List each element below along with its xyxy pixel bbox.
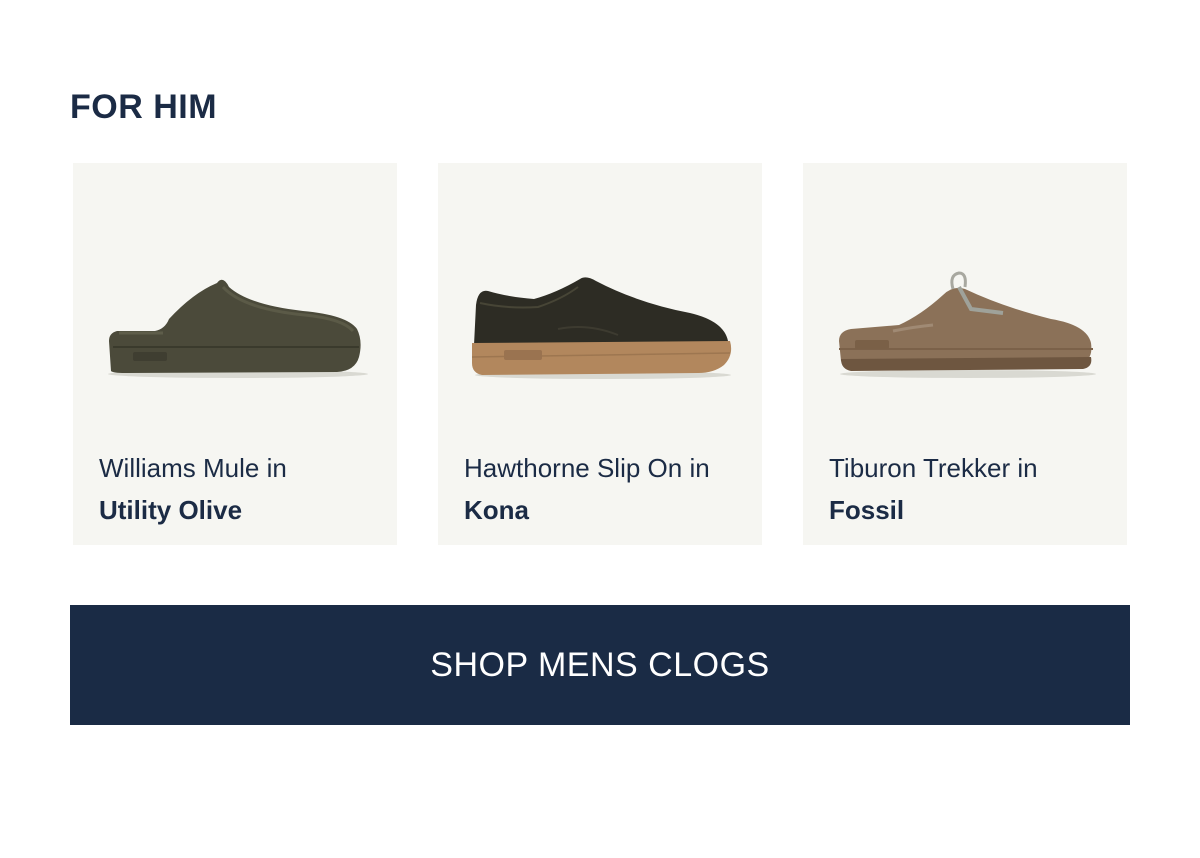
product-card-tiburon-trekker[interactable]: Tiburon Trekker in Fossil	[803, 163, 1127, 545]
product-color: Fossil	[829, 495, 905, 525]
product-name: Tiburon Trekker in	[829, 453, 1038, 483]
product-name: Williams Mule in	[99, 453, 287, 483]
product-name: Hawthorne Slip On in	[464, 453, 710, 483]
clog-shoe-image	[839, 271, 1096, 378]
product-color: Kona	[464, 495, 529, 525]
product-card-williams-mule[interactable]: Williams Mule in Utility Olive	[73, 163, 397, 545]
product-color: Utility Olive	[99, 495, 243, 525]
section-title: FOR HIM	[70, 88, 218, 126]
slip-on-shoe-image	[471, 277, 732, 379]
mule-shoe-image	[108, 279, 368, 378]
shop-mens-clogs-button[interactable]: SHOP MENS CLOGS	[70, 605, 1130, 725]
product-card-hawthorne-slip-on[interactable]: Hawthorne Slip On in Kona	[438, 163, 762, 545]
